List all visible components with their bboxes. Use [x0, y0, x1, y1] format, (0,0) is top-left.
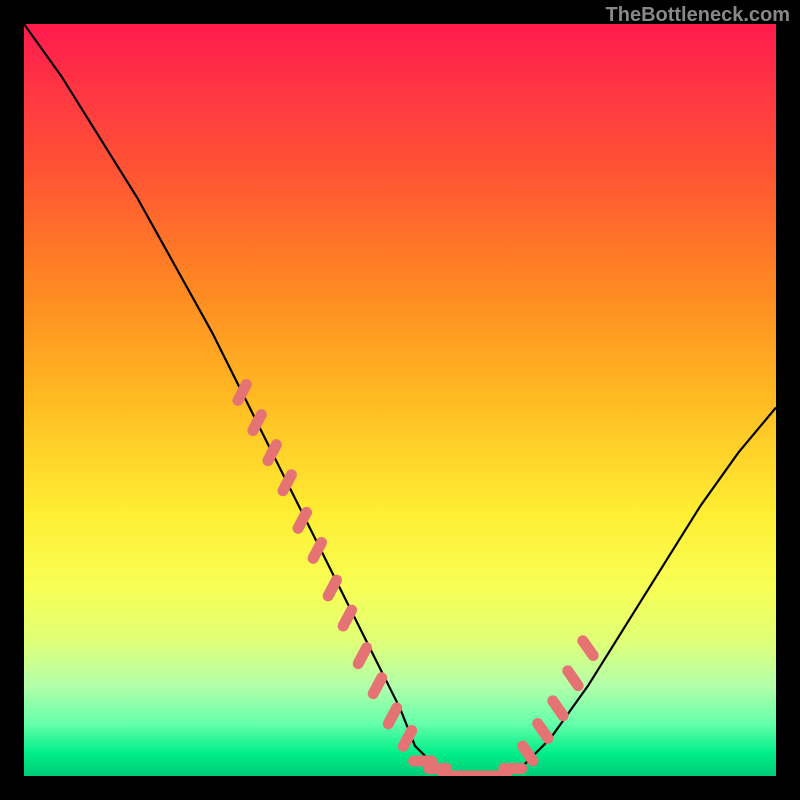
bottleneck-curve	[24, 24, 776, 776]
highlight-dots-bottom	[414, 761, 522, 776]
watermark-text: TheBottleneck.com	[606, 4, 790, 27]
plot-area	[24, 24, 776, 776]
chart-svg	[24, 24, 776, 776]
highlight-dots-left	[238, 385, 412, 747]
highlight-dots-right	[523, 641, 594, 761]
